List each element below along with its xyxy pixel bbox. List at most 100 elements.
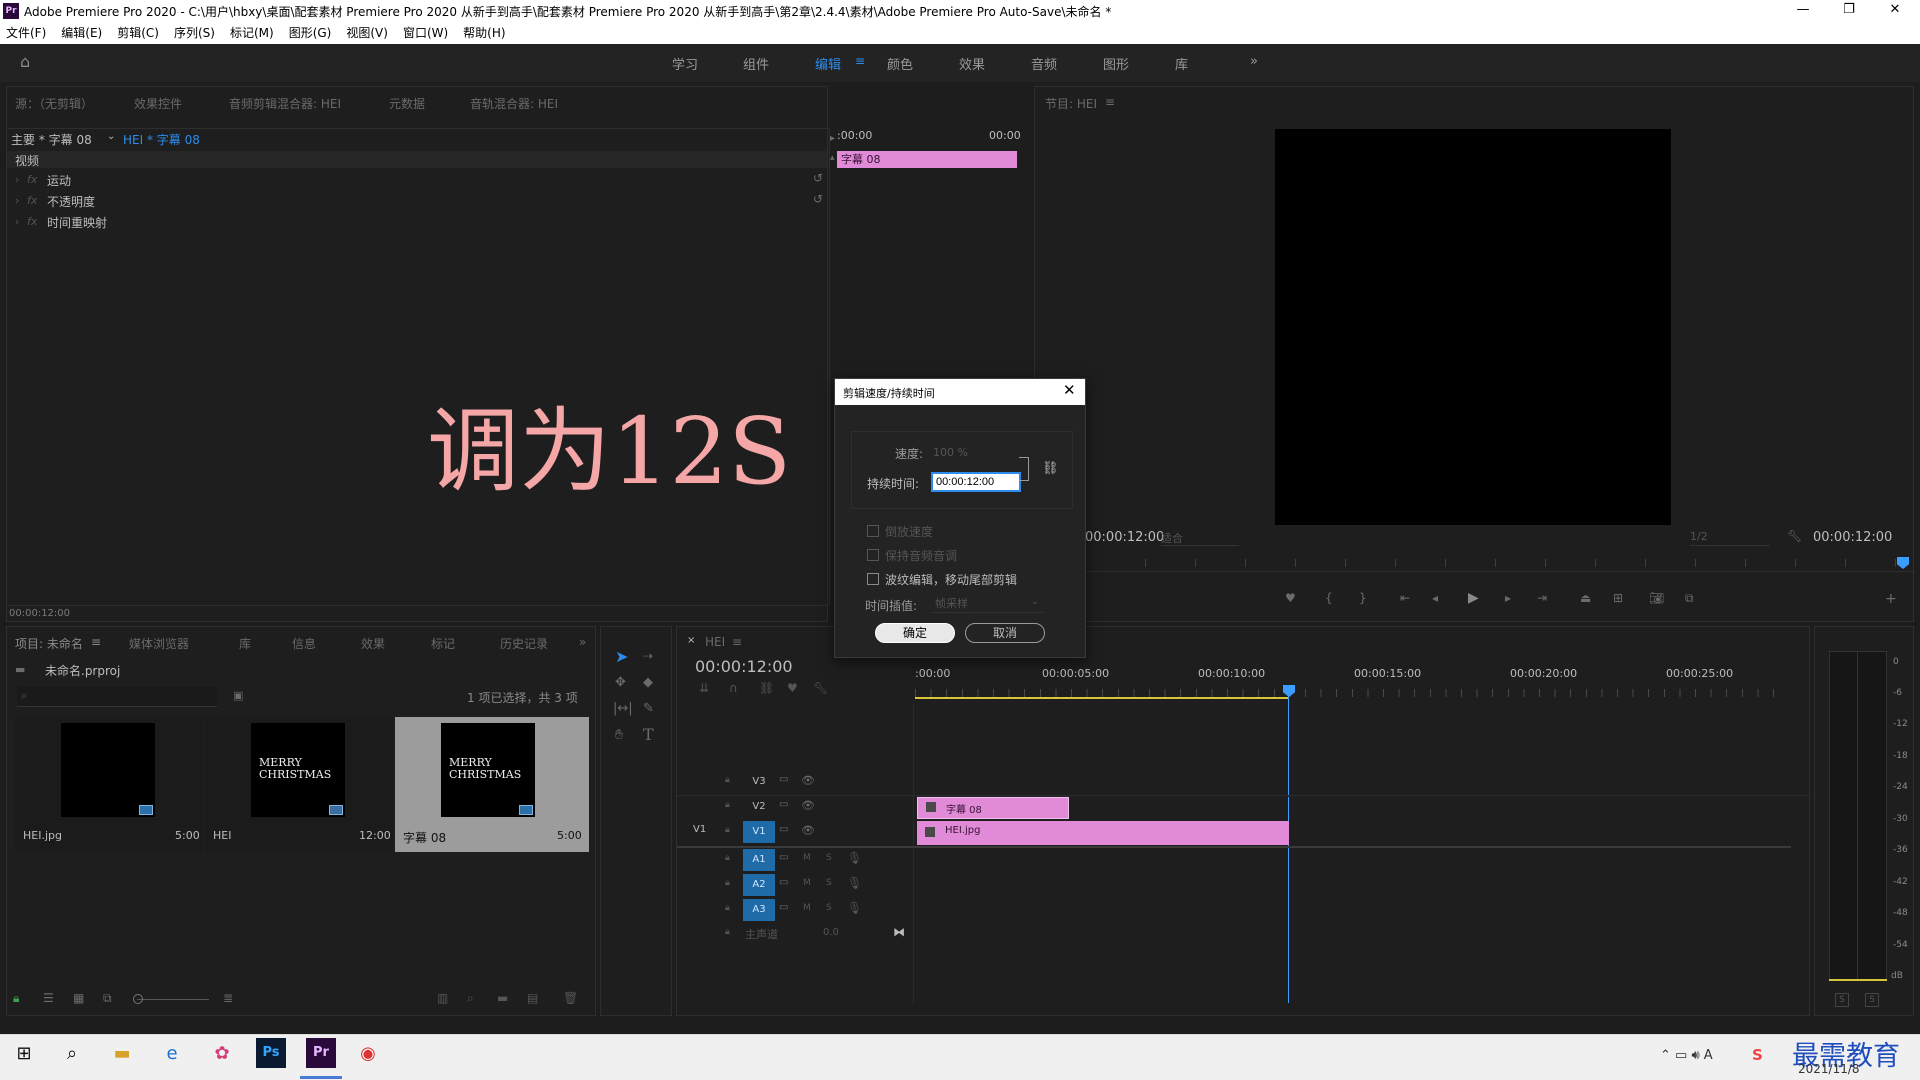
new-item-icon[interactable]: ▤ [527,991,538,1005]
maintain-pitch-checkbox[interactable] [867,549,879,561]
chrome-icon[interactable]: ◉ [354,1040,382,1068]
play-icon[interactable]: ▶ [1468,590,1479,606]
solo-right-button[interactable]: S [1865,993,1879,1007]
mark-in-icon[interactable]: { [1325,591,1333,605]
sync-lock-icon[interactable]: ▭ [779,877,788,888]
video-audio-divider[interactable] [677,846,1791,848]
razor-tool-icon[interactable]: ◆ [643,675,653,690]
step-forward-icon[interactable]: ▸ [1505,591,1511,605]
freeform-view-icon[interactable]: ⧉ [103,991,112,1006]
insert-nest-icon[interactable]: ⇊ [699,681,709,695]
solo-left-button[interactable]: S [1835,993,1849,1007]
voiceover-mic-icon[interactable]: 🎙︎ [847,851,862,865]
ripple-edit-tool-icon[interactable]: ✥ [615,675,626,690]
menu-marker[interactable]: 标记(M) [230,22,274,44]
lift-icon[interactable]: ⏏ [1580,591,1591,605]
ec-clip-bar[interactable]: 字幕 08 [837,151,1017,168]
program-playhead[interactable] [1897,557,1909,569]
link-icon[interactable]: ⛓︎ [1042,461,1059,476]
dialog-close-icon[interactable]: ✕ [1063,381,1076,399]
track-target-a1[interactable]: A1 [743,849,775,871]
track-target-a3[interactable]: A3 [743,899,775,921]
expand-motion-icon[interactable]: › [15,173,19,186]
project-item-selected[interactable]: MERRY CHRISTMAS 字幕 08 5:00 [395,717,589,852]
speed-value[interactable]: 100 % [933,446,968,459]
program-video-frame[interactable] [1275,129,1671,525]
menu-view[interactable]: 视图(V) [346,22,388,44]
tab-effect-controls[interactable]: 效果控件 [134,95,182,112]
tab-sequence[interactable]: HEI [705,635,725,649]
workspace-overflow-icon[interactable]: » [1250,54,1258,69]
project-search-input[interactable]: ⌕ [17,687,217,707]
tab-program[interactable]: 节目: HEI [1045,95,1097,112]
project-item[interactable]: HEI.jpg 5:00 [15,717,203,852]
voiceover-mic-icon[interactable]: 🎙︎ [847,901,862,915]
menu-edit[interactable]: 编辑(E) [61,22,102,44]
track-target-v3[interactable]: V3 [747,773,771,791]
step-back-icon[interactable]: ◂ [1432,591,1438,605]
tab-effects[interactable]: 效果 [361,635,385,652]
tab-libraries[interactable]: 库 [239,635,251,652]
hand-tool-icon[interactable]: ✋︎ [615,727,623,743]
workspace-effects[interactable]: 效果 [959,54,985,73]
premiere-taskbar-icon[interactable]: Pr [306,1038,336,1068]
sync-lock-icon[interactable]: ▭ [779,824,788,835]
tab-metadata[interactable]: 元数据 [389,95,425,112]
workspace-learn[interactable]: 学习 [672,54,698,73]
tray-icons[interactable]: ⌃ ▭ 🔊︎ A [1660,1048,1713,1063]
program-timecode-left[interactable]: 00:00:12:00 [1085,530,1164,545]
home-icon[interactable]: ⌂ [20,54,36,70]
eye-icon[interactable]: 👁︎ [801,774,815,787]
ripple-edit-checkbox[interactable] [867,573,879,585]
solo-button[interactable]: S [826,878,832,888]
zoom-slider-handle[interactable] [133,994,143,1004]
find-icon[interactable]: ⌕ [467,991,474,1006]
fit-select[interactable]: 适合 [1161,530,1239,546]
go-to-out-icon[interactable]: ⇥ [1537,591,1547,605]
menu-file[interactable]: 文件(F) [6,22,46,44]
duration-input[interactable] [931,472,1021,492]
selection-tool-icon[interactable]: ➤ [615,647,628,666]
automate-to-sequence-icon[interactable]: ▥ [437,991,448,1005]
sync-lock-icon[interactable]: ▭ [779,902,788,913]
ok-button[interactable]: 确定 [875,623,955,643]
tab-history[interactable]: 历史记录 [500,635,548,652]
minimize-button[interactable]: — [1780,0,1826,22]
eye-icon[interactable]: 👁︎ [801,824,815,837]
workspace-libraries[interactable]: 库 [1175,54,1188,73]
wrench-icon[interactable]: 🔧︎ [1787,529,1802,543]
sort-icon[interactable]: ≣ [223,991,233,1005]
add-marker-icon[interactable]: ♥ [787,681,798,695]
scroll-up-icon[interactable]: ▴ [830,153,835,163]
work-area-bar[interactable] [915,697,1289,699]
tab-media-browser[interactable]: 媒体浏览器 [129,635,189,652]
tab-audio-clip-mixer[interactable]: 音频剪辑混合器: HEI [229,95,341,112]
track-lock-icon[interactable]: 🔒︎ [725,825,730,835]
fx-opacity[interactable]: 不透明度 [47,193,95,210]
new-bin-icon[interactable]: ▬ [497,991,508,1005]
fx-motion[interactable]: 运动 [47,172,71,189]
solo-button[interactable]: S [826,853,832,863]
workspace-menu-icon[interactable]: ≡ [855,54,865,68]
solo-button[interactable]: S [826,903,832,913]
menu-window[interactable]: 窗口(W) [403,22,448,44]
ime-icon[interactable]: S [1752,1046,1763,1064]
tab-audio-track-mixer[interactable]: 音轨混合器: HEI [470,95,558,112]
play-only-audio-icon[interactable]: ▸ [830,133,835,144]
mute-button[interactable]: M [803,903,811,913]
source-selector[interactable]: 主要 * 字幕 08 [11,131,92,148]
file-explorer-icon[interactable]: ▬ [108,1040,136,1068]
clip-v2[interactable]: 字幕 08 [917,797,1069,819]
extract-icon[interactable]: ⊞ [1613,591,1623,605]
export-frame-icon[interactable]: 📷︎ [1649,591,1664,605]
timeline-timecode[interactable]: 00:00:12:00 [695,657,793,676]
search-icon[interactable]: ⌕ [58,1040,86,1068]
sync-lock-icon[interactable]: ▭ [779,774,788,785]
close-tab-icon[interactable]: × [687,635,695,646]
clip-v1[interactable]: HEI.jpg [917,821,1289,845]
track-lock-icon[interactable]: 🔒︎ [725,775,730,785]
go-to-in-out-icon[interactable]: ⧓ [893,925,905,939]
menu-sequence[interactable]: 序列(S) [174,22,215,44]
master-volume[interactable]: 0.0 [823,927,839,938]
cancel-button[interactable]: 取消 [965,623,1045,643]
